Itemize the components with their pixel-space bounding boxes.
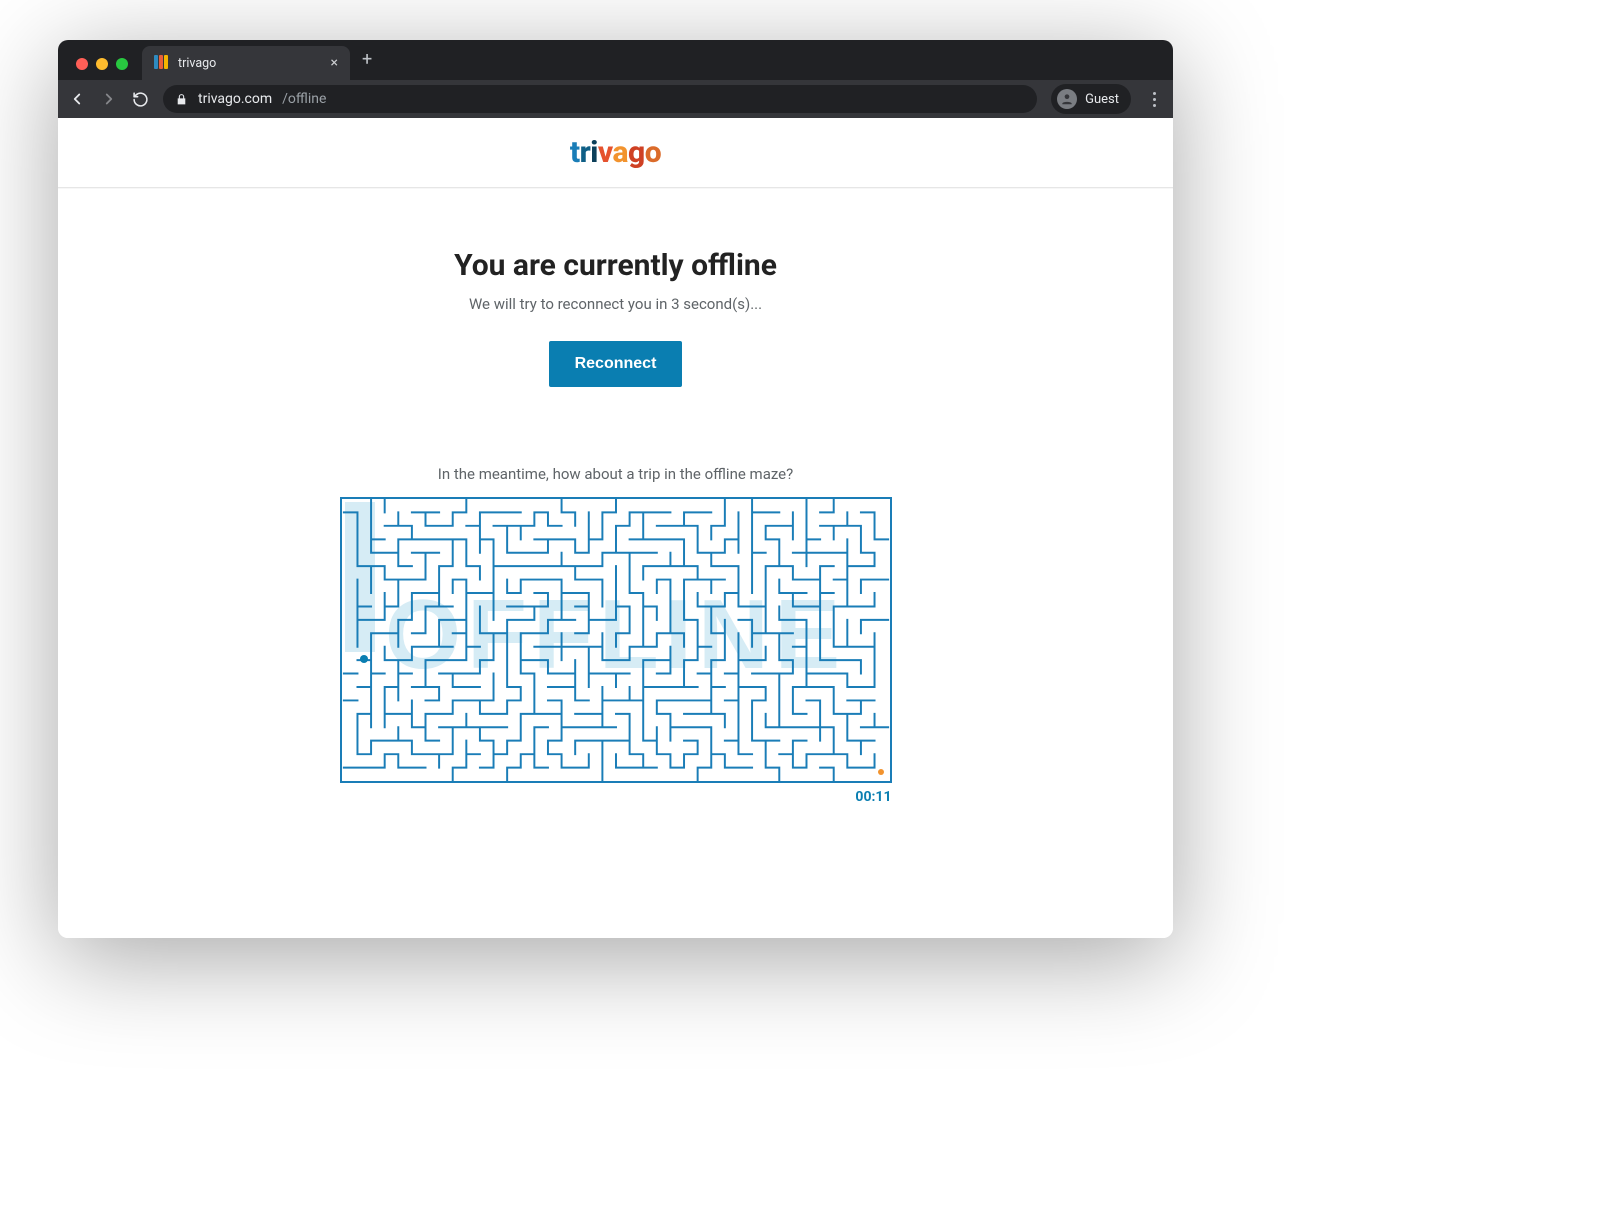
close-window-button[interactable] (76, 58, 88, 70)
site-header: trivago (58, 118, 1173, 188)
url-path: /offline (282, 91, 326, 107)
page-content: trivago You are currently offline We wil… (58, 118, 1173, 938)
browser-window: trivago × + trivago.com/offline (58, 40, 1173, 938)
url-host: trivago.com (198, 91, 272, 107)
window-controls (70, 58, 134, 80)
profile-label: Guest (1085, 92, 1119, 107)
reload-button[interactable] (132, 91, 149, 108)
maze-walls-icon (342, 499, 890, 781)
browser-tab[interactable]: trivago × (142, 46, 350, 80)
minimize-window-button[interactable] (96, 58, 108, 70)
maximize-window-button[interactable] (116, 58, 128, 70)
offline-panel: You are currently offline We will try to… (58, 188, 1173, 805)
profile-chip[interactable]: Guest (1051, 84, 1131, 114)
offline-subtext: We will try to reconnect you in 3 second… (58, 295, 1173, 313)
trivago-favicon-icon (154, 55, 170, 71)
browser-menu-button[interactable] (1145, 92, 1163, 107)
maze-caption: In the meantime, how about a trip in the… (58, 465, 1173, 483)
maze-section: In the meantime, how about a trip in the… (58, 465, 1173, 805)
browser-toolbar: trivago.com/offline Guest (58, 80, 1173, 118)
maze-timer: 00:11 (340, 787, 892, 805)
maze-game[interactable]: OFFLINE (340, 497, 892, 783)
offline-heading: You are currently offline (58, 248, 1173, 283)
tab-title: trivago (178, 56, 323, 71)
maze-exit-dot (878, 769, 884, 775)
reconnect-button[interactable]: Reconnect (549, 341, 683, 387)
trivago-logo: trivago (570, 135, 661, 170)
lock-icon (175, 93, 188, 106)
close-tab-icon[interactable]: × (331, 55, 338, 71)
guest-avatar-icon (1057, 89, 1077, 109)
browser-tabbar: trivago × + (58, 40, 1173, 80)
maze-player-dot (360, 655, 368, 663)
forward-button[interactable] (100, 90, 118, 108)
address-bar[interactable]: trivago.com/offline (163, 85, 1037, 113)
new-tab-button[interactable]: + (358, 49, 378, 80)
back-button[interactable] (68, 90, 86, 108)
